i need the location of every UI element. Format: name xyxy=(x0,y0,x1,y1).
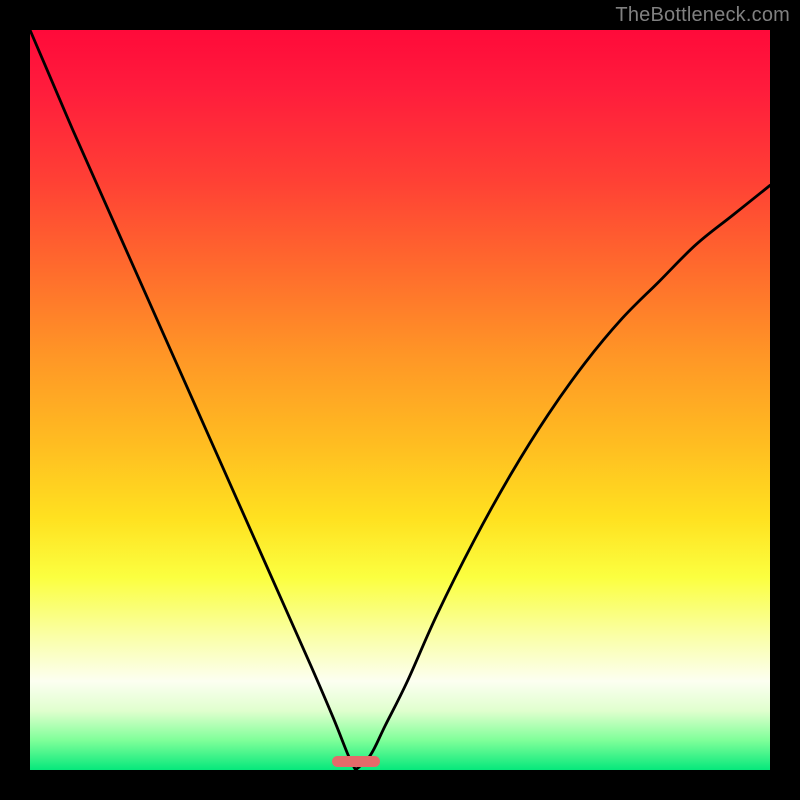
cusp-marker xyxy=(332,756,380,767)
curves-layer xyxy=(30,30,770,770)
left-branch-curve xyxy=(30,30,356,770)
plot-area xyxy=(30,30,770,770)
right-branch-curve xyxy=(356,185,770,770)
watermark-text: TheBottleneck.com xyxy=(615,4,790,27)
chart-frame: TheBottleneck.com xyxy=(0,0,800,800)
